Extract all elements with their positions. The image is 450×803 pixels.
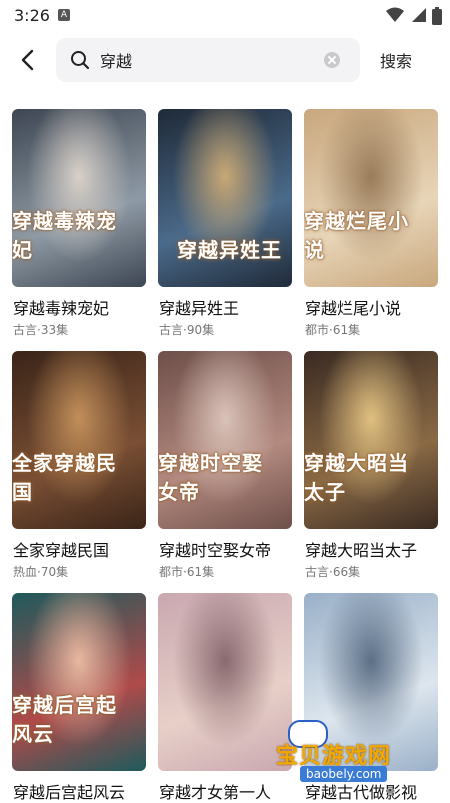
drama-title[interactable]: 穿越烂尾小说 — [305, 295, 401, 319]
drama-poster[interactable]: 穿越大昭当太子 — [304, 351, 438, 529]
drama-title[interactable]: 穿越后宫起风云 — [13, 779, 125, 803]
wifi-icon — [386, 7, 404, 22]
search-icon — [71, 51, 90, 70]
drama-meta: 古言·90集 — [159, 323, 215, 337]
notification-icon: A — [58, 9, 70, 21]
drama-meta: 热血·70集 — [13, 565, 69, 579]
drama-title[interactable]: 穿越毒辣宠妃 — [13, 295, 109, 319]
drama-title[interactable]: 穿越大昭当太子 — [305, 537, 417, 561]
clear-icon[interactable] — [324, 52, 340, 68]
drama-poster[interactable]: 穿越毒辣宠妃 — [12, 109, 146, 287]
drama-meta: 都市·61集 — [305, 323, 361, 337]
search-input[interactable] — [100, 38, 320, 82]
drama-meta: 古言·66集 — [305, 565, 361, 579]
drama-poster[interactable]: 穿越时空娶女帝 — [158, 351, 292, 529]
status-bar: 3:26 A — [0, 0, 450, 32]
poster-title: 穿越时空娶女帝 — [158, 451, 263, 504]
drama-title[interactable]: 全家穿越民国 — [13, 537, 109, 561]
drama-poster[interactable]: 穿越异姓王 — [158, 109, 292, 287]
poster-title: 穿越异姓王 — [177, 238, 282, 262]
drama-meta: 古言·33集 — [13, 323, 69, 337]
poster-title: 穿越毒辣宠妃 — [12, 209, 117, 262]
drama-title[interactable]: 穿越异姓王 — [159, 295, 239, 319]
status-time: 3:26 — [14, 6, 50, 25]
drama-poster[interactable]: 穿越后宫起风云 — [12, 593, 146, 771]
poster-title: 全家穿越民国 — [12, 451, 117, 504]
drama-poster[interactable]: 全家穿越民国 — [12, 351, 146, 529]
search-box[interactable] — [56, 38, 360, 82]
watermark-url: baobely.com — [300, 766, 388, 782]
signal-icon — [412, 8, 426, 22]
poster-title: 穿越烂尾小说 — [304, 209, 409, 262]
search-row: 搜索 — [0, 36, 450, 84]
poster-title: 穿越大昭当太子 — [304, 451, 409, 504]
drama-title[interactable]: 穿越才女第一人 — [159, 779, 271, 803]
drama-meta: 都市·61集 — [159, 565, 215, 579]
drama-title[interactable]: 穿越时空娶女帝 — [159, 537, 271, 561]
battery-icon — [432, 7, 442, 25]
back-arrow-icon[interactable] — [14, 46, 42, 74]
search-button[interactable]: 搜索 — [380, 48, 412, 72]
watermark-logo: 宝贝游戏网 baobely.com — [272, 720, 422, 786]
drama-poster[interactable]: 穿越烂尾小说 — [304, 109, 438, 287]
poster-title: 穿越后宫起风云 — [12, 693, 117, 746]
